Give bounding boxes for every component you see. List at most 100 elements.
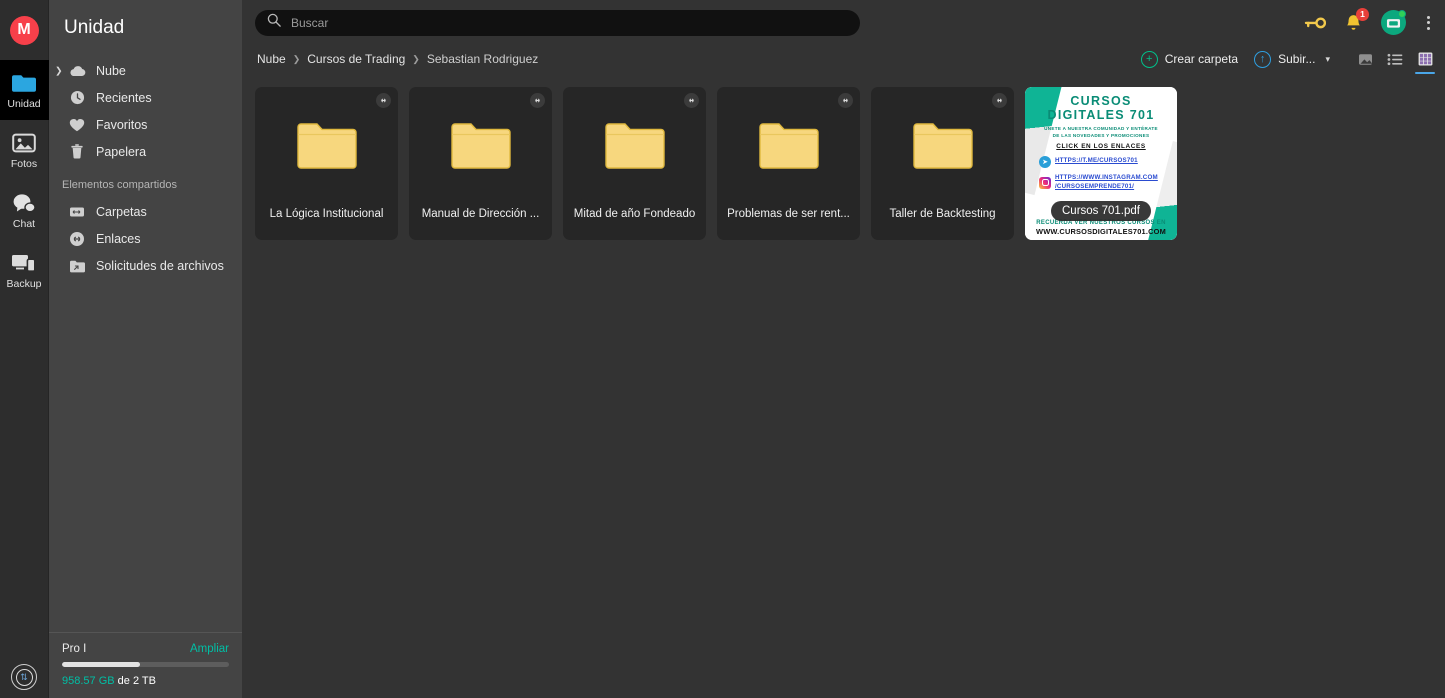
breadcrumb: Nube ❯ Cursos de Trading ❯ Sebastian Rod… [257, 52, 538, 66]
storage-usage-text: 958.57 GB de 2 TB [62, 675, 229, 687]
file-browser: La Lógica Institucional Manual de Direcc… [242, 73, 1445, 698]
search-icon [267, 13, 281, 32]
search-box[interactable] [255, 10, 860, 36]
notification-badge: 1 [1356, 8, 1369, 21]
file-card-folder[interactable]: Mitad de año Fondeado [563, 87, 706, 240]
file-card-folder[interactable]: La Lógica Institucional [255, 87, 398, 240]
file-request-icon [67, 256, 87, 276]
sidebar-label-carpetas: Carpetas [96, 205, 147, 219]
rail-item-backup[interactable]: Backup [0, 240, 49, 300]
sidebar-label-papelera: Papelera [96, 145, 146, 159]
sidebar-section-shared: Elementos compartidos [49, 165, 242, 198]
rail-item-chat[interactable]: Chat [0, 180, 49, 240]
grid-view-button[interactable] [1414, 48, 1436, 70]
storage-total-value: de 2 TB [118, 675, 156, 687]
sidebar-item-recientes[interactable]: Recientes [49, 84, 242, 111]
file-card-folder[interactable]: Problemas de ser rent... [717, 87, 860, 240]
upgrade-storage-link[interactable]: Ampliar [190, 643, 229, 655]
sidebar-label-solicitudes: Solicitudes de archivos [96, 259, 224, 273]
chevron-right-icon: ❯ [293, 55, 301, 64]
file-card-folder[interactable]: Taller de Backtesting [871, 87, 1014, 240]
trash-icon [67, 142, 87, 162]
pdf-footer: RECUERDA VER NUESTROS CURSOS EN WWW.CURS… [1025, 220, 1177, 236]
pdf-title-line1: CURSOS [1070, 94, 1131, 108]
chevron-right-icon[interactable]: ❯ [55, 66, 63, 75]
sidebar-item-papelera[interactable]: Papelera [49, 138, 242, 165]
pdf-footer-line2: WWW.CURSOSDIGITALES701.COM [1025, 227, 1177, 236]
sidebar-item-enlaces[interactable]: Enlaces [49, 225, 242, 252]
file-name: Problemas de ser rent... [717, 208, 860, 240]
sidebar-label-enlaces: Enlaces [96, 232, 140, 246]
pdf-link-row-telegram: ➤ HTTPS://T.ME/CURSOS701 [1030, 156, 1172, 168]
mega-logo[interactable]: M [0, 0, 48, 60]
create-folder-label: Crear carpeta [1165, 52, 1238, 66]
shared-link-icon [838, 93, 853, 108]
chevron-down-icon[interactable]: ▾ [1325, 54, 1330, 65]
main-area: 1 Nube ❯ Cursos de Trading ❯ Sebastian R… [242, 0, 1445, 698]
list-view-button[interactable] [1384, 48, 1406, 70]
chat-icon [12, 190, 36, 216]
storage-progress-fill [62, 662, 140, 667]
create-folder-button[interactable]: + Crear carpeta [1133, 48, 1246, 71]
photos-icon [12, 130, 36, 156]
sidebar-item-solicitudes[interactable]: Solicitudes de archivos [49, 252, 242, 279]
sidebar-item-nube[interactable]: ❯ Nube [49, 57, 242, 84]
pdf-telegram-url: HTTPS://T.ME/CURSOS701 [1055, 157, 1138, 166]
search-input[interactable] [291, 16, 848, 30]
rail-label-chat: Chat [13, 219, 35, 230]
notifications-bell-icon[interactable]: 1 [1345, 14, 1362, 32]
pdf-subtitle-line2: DE LAS NOVEDADES Y PROMOCIONES [1053, 133, 1150, 140]
cloud-icon [67, 61, 87, 81]
breadcrumb-item-1[interactable]: Cursos de Trading [307, 52, 405, 66]
folder-icon [605, 122, 665, 175]
transfers-icon[interactable]: ⇅ [11, 664, 37, 690]
sidebar-label-nube: Nube [96, 64, 126, 78]
storage-widget: Pro I Ampliar 958.57 GB de 2 TB [49, 632, 242, 698]
file-grid: La Lógica Institucional Manual de Direcc… [255, 87, 1445, 240]
upload-button[interactable]: ↑ Subir... ▾ [1246, 48, 1338, 71]
folder-icon [913, 122, 973, 175]
plus-circle-icon: + [1141, 51, 1158, 68]
more-menu-icon[interactable] [1425, 14, 1432, 32]
pdf-cta-text: CLICK EN LOS ENLACES [1056, 143, 1145, 150]
shared-link-icon [684, 93, 699, 108]
sidebar-item-favoritos[interactable]: Favoritos [49, 111, 242, 138]
folder-icon [297, 122, 357, 175]
file-card-pdf[interactable]: CURSOS DIGITALES 701 ÚNETE A NUESTRA COM… [1025, 87, 1177, 240]
file-card-folder[interactable]: Manual de Dirección ... [409, 87, 552, 240]
pdf-instagram-url: HTTPS://WWW.INSTAGRAM.COM/CURSOSEMPRENDE… [1055, 174, 1158, 192]
link-icon [67, 229, 87, 249]
gallery-view-button[interactable] [1354, 48, 1376, 70]
upload-circle-icon: ↑ [1254, 51, 1271, 68]
online-status-dot [1398, 10, 1406, 18]
breadcrumb-item-0[interactable]: Nube [257, 52, 286, 66]
pdf-link-row-instagram: HTTPS://WWW.INSTAGRAM.COM/CURSOSEMPRENDE… [1030, 174, 1172, 192]
pdf-subtitle-line1: ÚNETE A NUESTRA COMUNIDAD Y ENTÉRATE [1044, 126, 1158, 133]
shared-link-icon [530, 93, 545, 108]
key-icon[interactable] [1304, 16, 1326, 30]
top-actions: 1 [1304, 10, 1436, 35]
sidebar-item-carpetas[interactable]: Carpetas [49, 198, 242, 225]
breadcrumb-toolbar-row: Nube ❯ Cursos de Trading ❯ Sebastian Rod… [242, 45, 1445, 73]
breadcrumb-item-2[interactable]: Sebastian Rodriguez [427, 52, 538, 66]
sidebar-nav: ❯ Nube Recientes Favoritos [49, 55, 242, 279]
mega-drive-app: M Unidad Fotos Chat Backup [0, 0, 1445, 698]
sidebar-label-favoritos: Favoritos [96, 118, 147, 132]
top-bar: 1 [242, 0, 1445, 45]
transfers-widget[interactable]: ⇅ [0, 664, 48, 690]
shared-folders-icon [67, 202, 87, 222]
avatar[interactable] [1381, 10, 1406, 35]
folder-icon [451, 122, 511, 175]
clock-icon [67, 88, 87, 108]
chevron-right-icon: ❯ [412, 55, 420, 64]
storage-progress-bar [62, 662, 229, 667]
rail-item-unidad[interactable]: Unidad [0, 60, 49, 120]
backup-icon [11, 250, 37, 276]
storage-used-value: 958.57 GB [62, 675, 115, 687]
rail-label-backup: Backup [6, 279, 41, 290]
rail-label-fotos: Fotos [11, 159, 37, 170]
shared-link-icon [376, 93, 391, 108]
folder-icon [11, 70, 37, 96]
rail-item-fotos[interactable]: Fotos [0, 120, 49, 180]
file-name: La Lógica Institucional [255, 208, 398, 240]
